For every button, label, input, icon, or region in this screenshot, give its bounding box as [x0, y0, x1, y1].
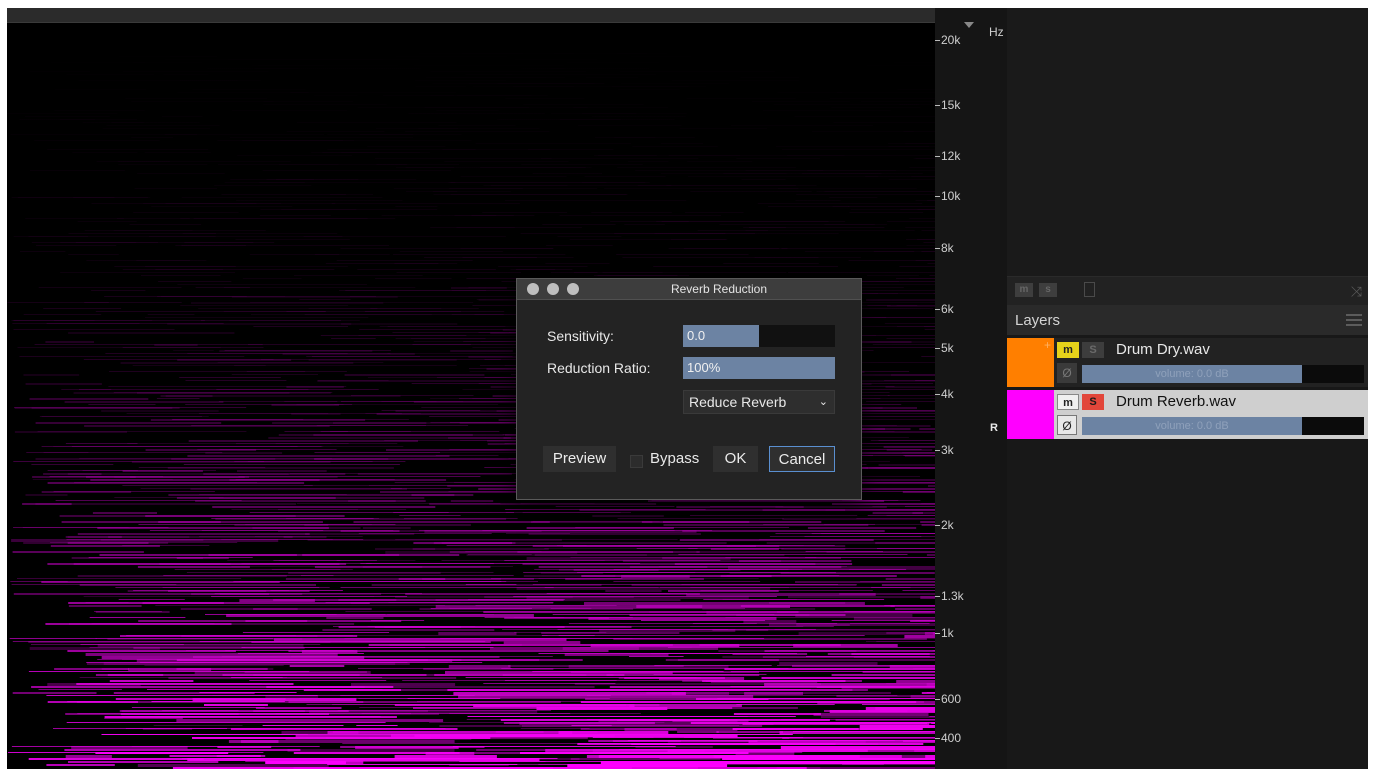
reduction-ratio-label: Reduction Ratio: — [547, 360, 651, 376]
volume-slider[interactable]: volume: 0.0 dB — [1082, 417, 1364, 435]
sensitivity-slider[interactable]: 0.0 — [683, 325, 835, 347]
channel-label: R — [990, 422, 998, 434]
frequency-tick: 3k — [935, 443, 987, 457]
frequency-tick: 12k — [935, 149, 987, 163]
shuffle-icon[interactable]: ⤨ — [1351, 283, 1362, 300]
cancel-button[interactable]: Cancel — [769, 446, 835, 472]
layer-mute-button[interactable]: m — [1057, 394, 1079, 410]
solo-all-button[interactable]: s — [1039, 283, 1057, 297]
phase-invert-button[interactable]: Ø — [1057, 415, 1077, 435]
preview-button[interactable]: Preview — [543, 446, 616, 472]
frequency-tick: 4k — [935, 387, 987, 401]
frequency-tick: 8k — [935, 241, 987, 255]
frequency-tick: 20k — [935, 33, 987, 47]
layer-body[interactable]: m S Drum Reverb.wav Ø volume: 0.0 dB — [1054, 390, 1368, 439]
bypass-label: Bypass — [650, 450, 700, 467]
frequency-tick: 5k — [935, 341, 987, 355]
chevron-down-icon: ⌄ — [818, 396, 828, 408]
frequency-tick: 15k — [935, 98, 987, 112]
layer-row[interactable]: + m S Drum Dry.wav Ø volume: 0.0 dB — [1007, 338, 1368, 387]
layer-solo-button[interactable]: S — [1082, 342, 1104, 358]
ok-button[interactable]: OK — [713, 446, 758, 472]
layer-color-swatch[interactable]: + — [1007, 338, 1054, 387]
frequency-tick: 2k — [935, 518, 987, 532]
frequency-tick: 600 — [935, 692, 987, 706]
panel-empty-area — [1007, 8, 1368, 276]
frequency-tick: 6k — [935, 302, 987, 316]
frequency-unit: Hz — [989, 25, 1004, 39]
layer-mute-button[interactable]: m — [1057, 342, 1079, 358]
layers-header: Layers — [1007, 305, 1368, 335]
reduction-ratio-slider[interactable]: 100% — [683, 357, 835, 379]
layers-toolbar: m s ⤨ — [1007, 276, 1368, 305]
volume-label: volume: 0.0 dB — [1082, 365, 1302, 383]
menu-icon[interactable] — [1346, 314, 1362, 326]
frequency-tick: 1.3k — [935, 589, 987, 603]
layer-row[interactable]: m S Drum Reverb.wav Ø volume: 0.0 dB — [1007, 390, 1368, 439]
sensitivity-value: 0.0 — [683, 325, 759, 347]
layer-name: Drum Dry.wav — [1116, 341, 1210, 358]
frequency-tick: 1k — [935, 626, 987, 640]
frequency-tick: 10k — [935, 189, 987, 203]
volume-slider[interactable]: volume: 0.0 dB — [1082, 365, 1364, 383]
frequency-tick: 400 — [935, 731, 987, 745]
reverb-reduction-dialog: Reverb Reduction Sensitivity: 0.0 Reduct… — [516, 278, 862, 500]
dialog-titlebar[interactable]: Reverb Reduction — [517, 279, 861, 300]
bypass-checkbox[interactable] — [630, 455, 643, 468]
layer-name: Drum Reverb.wav — [1116, 393, 1237, 410]
file-icon[interactable] — [1084, 282, 1095, 297]
layer-body[interactable]: m S Drum Dry.wav Ø volume: 0.0 dB — [1054, 338, 1368, 387]
app-window: Hz 20k 15k 12k 10k 8k 6k 5k 4k 3k 2k 1.3k 1k 600 400 … — [7, 8, 1368, 769]
dialog-title: Reverb Reduction — [670, 282, 768, 296]
frequency-scale[interactable]: Hz 20k 15k 12k 10k 8k 6k 5k 4k 3k 2k 1.3k 1k 600 400 … — [935, 8, 1007, 769]
sparkle-icon: + — [1043, 338, 1051, 352]
mode-select[interactable]: Reduce Reverb ⌄ — [683, 390, 835, 414]
scale-arrow-icon[interactable] — [964, 22, 974, 28]
timeline-bar[interactable] — [7, 8, 935, 23]
volume-label: volume: 0.0 dB — [1082, 417, 1302, 435]
layer-solo-button[interactable]: S — [1082, 394, 1104, 410]
layers-title: Layers — [1015, 312, 1061, 329]
right-panel: m s ⤨ Layers + m S Drum Dry.wav Ø volume… — [1007, 8, 1368, 769]
mode-select-value: Reduce Reverb — [689, 394, 787, 410]
sensitivity-label: Sensitivity: — [547, 328, 614, 344]
mute-all-button[interactable]: m — [1015, 283, 1033, 297]
phase-invert-button[interactable]: Ø — [1057, 363, 1077, 383]
reduction-ratio-value: 100% — [683, 357, 835, 379]
layer-color-swatch[interactable] — [1007, 390, 1054, 439]
